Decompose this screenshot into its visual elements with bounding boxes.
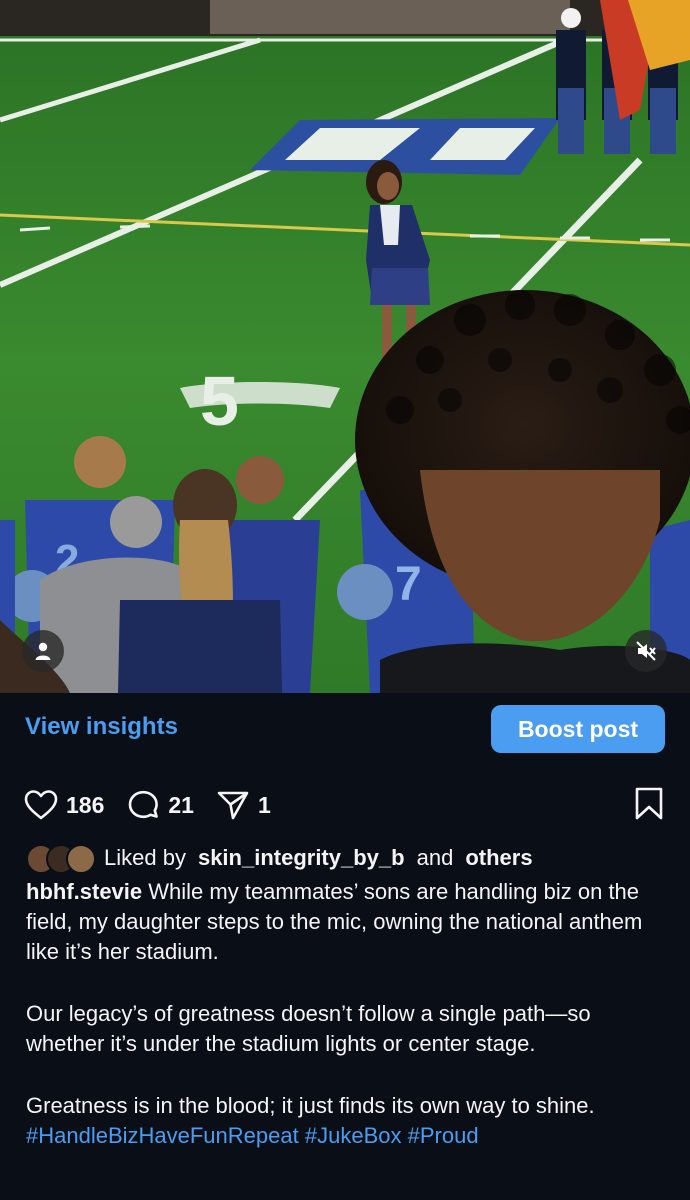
hashtag-link[interactable]: #Proud bbox=[408, 1123, 479, 1148]
tagged-profile-button[interactable] bbox=[22, 630, 64, 672]
comment-bubble-icon bbox=[129, 790, 159, 819]
save-button[interactable] bbox=[634, 787, 664, 826]
liker-avatars[interactable] bbox=[26, 844, 98, 874]
post-caption: hbhf.stevie While my teammates’ sons are… bbox=[26, 877, 666, 1183]
boost-post-button[interactable]: Boost post bbox=[491, 705, 665, 753]
svg-text:7: 7 bbox=[395, 558, 422, 611]
paper-plane-icon bbox=[217, 791, 249, 820]
comment-count: 21 bbox=[168, 791, 194, 818]
liked-by-prefix: Liked by bbox=[104, 845, 186, 870]
speaker-muted-icon bbox=[636, 641, 656, 661]
hashtag-link[interactable]: #JukeBox bbox=[305, 1123, 402, 1148]
view-insights-link[interactable]: View insights bbox=[25, 713, 178, 741]
honor-guard bbox=[556, 0, 690, 154]
post-video[interactable]: 5 bbox=[0, 0, 690, 693]
avatar bbox=[66, 844, 96, 874]
caption-paragraph: Greatness is in the blood; it just finds… bbox=[26, 1091, 666, 1151]
comment-button[interactable]: 21 bbox=[126, 789, 194, 821]
liked-by-others-link[interactable]: others bbox=[465, 845, 532, 871]
caption-text: Our legacy’s of greatness doesn’t follow… bbox=[26, 1001, 591, 1056]
liked-by-row: Liked by skin_integrity_by_b and others bbox=[26, 843, 533, 874]
share-button[interactable]: 1 bbox=[216, 789, 271, 821]
video-frame: 5 bbox=[0, 0, 690, 693]
caption-text: Greatness is in the blood; it just finds… bbox=[26, 1093, 595, 1118]
liked-by-connector: and bbox=[416, 845, 454, 870]
caption-paragraph: hbhf.stevie While my teammates’ sons are… bbox=[26, 877, 666, 967]
heart-icon bbox=[24, 790, 58, 820]
caption-username-link[interactable]: hbhf.stevie bbox=[26, 879, 142, 904]
action-bar: 186 21 1 bbox=[24, 787, 293, 823]
insights-bar: View insights Boost post bbox=[0, 693, 690, 765]
caption-paragraph: Our legacy’s of greatness doesn’t follow… bbox=[26, 999, 666, 1059]
bookmark-icon bbox=[635, 787, 663, 820]
mute-toggle-button[interactable] bbox=[625, 630, 667, 672]
post-details: 186 21 1 Liked by skin_integrity_by_b an… bbox=[0, 765, 690, 1200]
post-screen: 5 bbox=[0, 0, 690, 1200]
hashtag-link[interactable]: #HandleBizHaveFunRepeat bbox=[26, 1123, 299, 1148]
liked-by-user-link[interactable]: skin_integrity_by_b bbox=[198, 845, 405, 871]
like-count: 186 bbox=[66, 791, 105, 818]
share-count: 1 bbox=[257, 791, 271, 818]
person-icon bbox=[35, 642, 51, 660]
like-button[interactable]: 186 bbox=[24, 789, 104, 821]
